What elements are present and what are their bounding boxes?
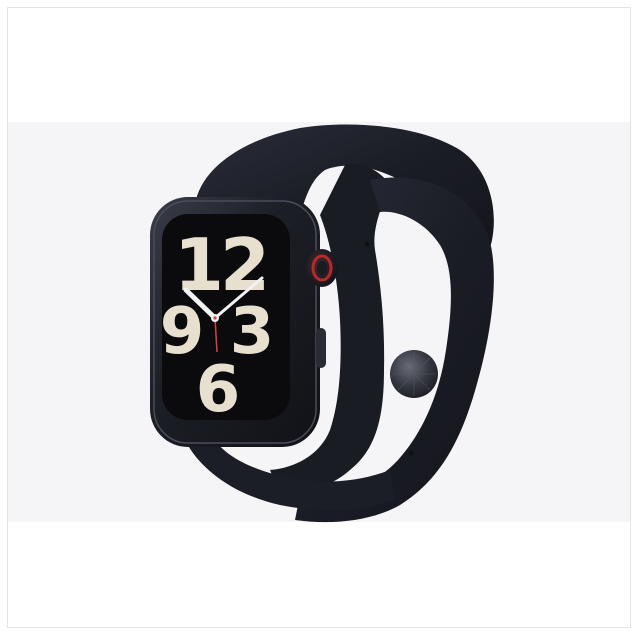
- band-hole: [364, 241, 370, 247]
- digital-crown: [306, 249, 338, 287]
- band-hole: [408, 450, 414, 456]
- numeral-6: 6: [196, 353, 241, 427]
- smartwatch-product-image: 12 9 3 6: [150, 124, 494, 523]
- side-button: [316, 328, 326, 368]
- band-pin: [390, 350, 438, 398]
